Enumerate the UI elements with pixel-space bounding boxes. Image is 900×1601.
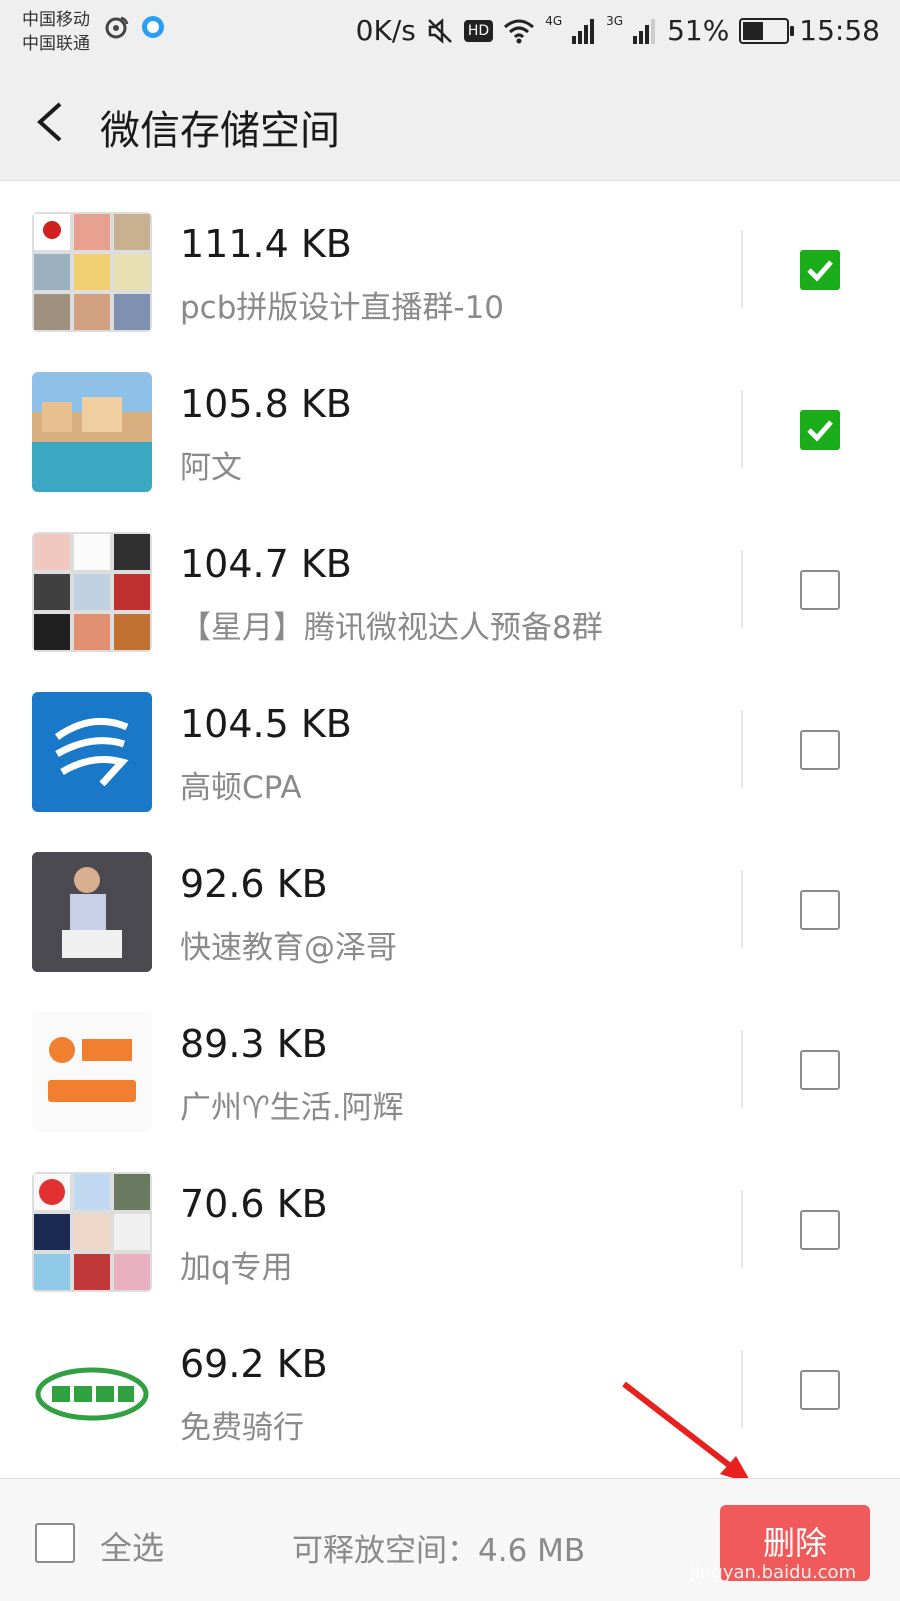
item-name: 阿文	[180, 450, 242, 486]
annotation-arrow-icon	[622, 1381, 752, 1484]
carrier-names: 中国移动 中国联通	[22, 8, 90, 56]
wifi-icon	[504, 19, 535, 43]
signal-icon-1	[572, 18, 595, 44]
select-all-label[interactable]: 全选	[100, 1523, 164, 1569]
item-name: 加q专用	[180, 1250, 293, 1286]
list-item[interactable]: 105.8 KB 阿文	[0, 342, 900, 502]
status-right: 0K/s HD 4G 3G 51% 15:58	[355, 13, 880, 48]
divider	[741, 1030, 743, 1108]
item-name: 免费骑行	[180, 1410, 304, 1446]
divider	[741, 710, 743, 788]
notification-icons	[104, 14, 166, 40]
item-checkbox[interactable]	[800, 890, 840, 930]
select-all-checkbox[interactable]	[35, 1523, 75, 1563]
contact-avatar	[32, 372, 152, 492]
signal-icon-2	[633, 18, 656, 44]
network-speed: 0K/s	[355, 14, 416, 47]
item-size: 111.4 KB	[180, 222, 352, 266]
battery-fill	[743, 21, 763, 40]
back-button[interactable]	[28, 92, 88, 152]
item-checkbox[interactable]	[800, 570, 840, 610]
item-checkbox[interactable]	[800, 250, 840, 290]
list-item[interactable]: 69.2 KB 免费骑行	[0, 1302, 900, 1462]
v-life-logo-avatar	[32, 1012, 152, 1132]
item-name: 高顿CPA	[180, 770, 302, 806]
app-bar: 微信存储空间	[0, 70, 900, 181]
status-bar: 中国移动 中国联通 0K/s HD 4G 3G 51% 15:58	[0, 0, 900, 70]
item-size: 104.7 KB	[180, 542, 352, 586]
divider	[741, 390, 743, 468]
divider	[741, 230, 743, 308]
hd-icon: HD	[463, 19, 494, 42]
group-avatar	[32, 212, 152, 332]
checkmark-icon	[807, 260, 833, 282]
item-size: 92.6 KB	[180, 862, 328, 906]
group-avatar	[32, 532, 152, 652]
weibo-icon	[105, 16, 129, 39]
net-4g-label: 4G	[545, 13, 563, 28]
list-item[interactable]: 92.6 KB 快速教育@泽哥	[0, 822, 900, 982]
battery-icon	[739, 17, 795, 44]
item-checkbox[interactable]	[800, 1370, 840, 1410]
list-item[interactable]: 70.6 KB 加q专用	[0, 1142, 900, 1302]
mute-icon	[427, 17, 452, 44]
carrier-1: 中国移动	[22, 10, 90, 30]
contact-avatar	[32, 852, 152, 972]
free-ride-logo-avatar	[32, 1332, 152, 1452]
item-name: 快速教育@泽哥	[180, 930, 397, 966]
item-size: 70.6 KB	[180, 1182, 328, 1226]
page-title: 微信存储空间	[100, 108, 340, 154]
qq-browser-icon	[142, 16, 164, 38]
item-size: 105.8 KB	[180, 382, 352, 426]
item-size: 89.3 KB	[180, 1022, 328, 1066]
divider	[741, 550, 743, 628]
item-checkbox[interactable]	[800, 410, 840, 450]
checkmark-icon	[807, 420, 833, 442]
list-item[interactable]: 104.5 KB 高顿CPA	[0, 662, 900, 822]
carrier-2: 中国联通	[22, 34, 90, 54]
item-checkbox[interactable]	[800, 1050, 840, 1090]
item-size: 104.5 KB	[180, 702, 352, 746]
free-space-text: 可释放空间：4.6 MB	[292, 1533, 586, 1569]
item-size: 69.2 KB	[180, 1342, 328, 1386]
clock: 15:58	[799, 14, 880, 47]
chevron-left-icon	[37, 102, 62, 142]
gaodun-logo-avatar	[32, 692, 152, 812]
watermark: jingyan.baidu.com	[690, 1562, 857, 1583]
list-item[interactable]: 104.7 KB 【星月】腾讯微视达人预备8群	[0, 502, 900, 662]
item-checkbox[interactable]	[800, 730, 840, 770]
list-item[interactable]: 111.4 KB pcb拼版设计直播群-10	[0, 182, 900, 342]
net-3g-label: 3G	[606, 13, 624, 28]
item-name: 【星月】腾讯微视达人预备8群	[180, 610, 603, 646]
group-avatar	[32, 1172, 152, 1292]
divider	[741, 870, 743, 948]
list-item[interactable]: 89.3 KB 广州♈生活.阿辉	[0, 982, 900, 1142]
battery-percent: 51%	[667, 14, 730, 47]
item-checkbox[interactable]	[800, 1210, 840, 1250]
item-name: 广州♈生活.阿辉	[180, 1090, 404, 1126]
divider	[741, 1190, 743, 1268]
item-name: pcb拼版设计直播群-10	[180, 290, 505, 326]
